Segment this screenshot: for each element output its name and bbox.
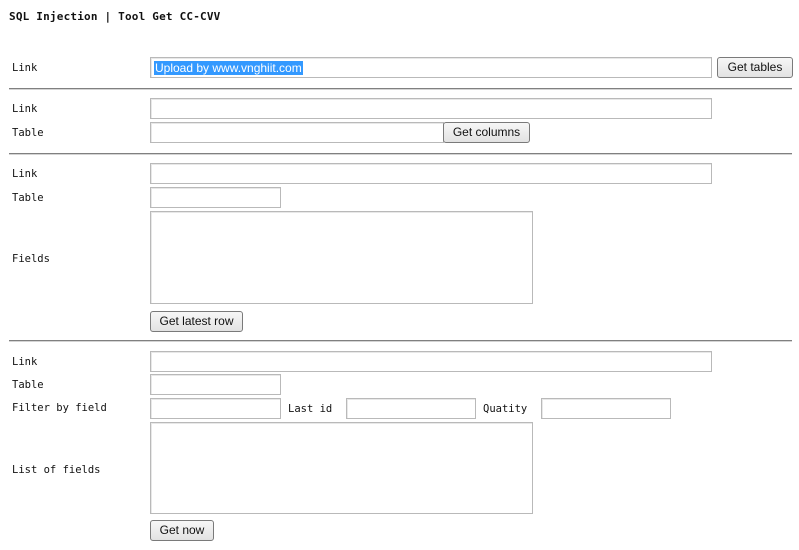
s4-link-input[interactable] — [150, 351, 712, 372]
divider-1 — [9, 88, 792, 90]
s4-list-label: List of fields — [12, 464, 101, 476]
s2-link-label: Link — [12, 103, 38, 115]
s1-link-value: Upload by www.vnghiit.com — [154, 60, 303, 75]
s2-table-input[interactable] — [150, 122, 444, 143]
s4-filter-input[interactable] — [150, 398, 281, 419]
get-columns-button[interactable]: Get columns — [443, 122, 530, 143]
s1-link-label: Link — [12, 62, 38, 74]
divider-2 — [9, 153, 792, 155]
s4-list-textarea[interactable] — [150, 422, 533, 514]
s4-link-label: Link — [12, 356, 38, 368]
s4-quantity-label: Quatity — [483, 403, 528, 415]
s4-lastid-label: Last id — [288, 403, 333, 415]
s2-link-input[interactable] — [150, 98, 712, 119]
s3-fields-label: Fields — [12, 253, 50, 265]
get-now-button[interactable]: Get now — [150, 520, 214, 541]
s2-table-label: Table — [12, 127, 44, 139]
s1-link-input[interactable]: Upload by www.vnghiit.com — [150, 57, 712, 78]
page-title: SQL Injection | Tool Get CC-CVV — [9, 10, 221, 23]
s4-filter-label: Filter by field — [12, 402, 107, 414]
divider-3 — [9, 340, 792, 342]
s3-table-input[interactable] — [150, 187, 281, 208]
s4-table-input[interactable] — [150, 374, 281, 395]
s3-fields-textarea[interactable] — [150, 211, 533, 304]
s3-link-label: Link — [12, 168, 38, 180]
get-latest-row-button[interactable]: Get latest row — [150, 311, 243, 332]
get-tables-button[interactable]: Get tables — [717, 57, 793, 78]
s4-lastid-input[interactable] — [346, 398, 476, 419]
s4-quantity-input[interactable] — [541, 398, 671, 419]
s3-link-input[interactable] — [150, 163, 712, 184]
s3-table-label: Table — [12, 192, 44, 204]
s4-table-label: Table — [12, 379, 44, 391]
